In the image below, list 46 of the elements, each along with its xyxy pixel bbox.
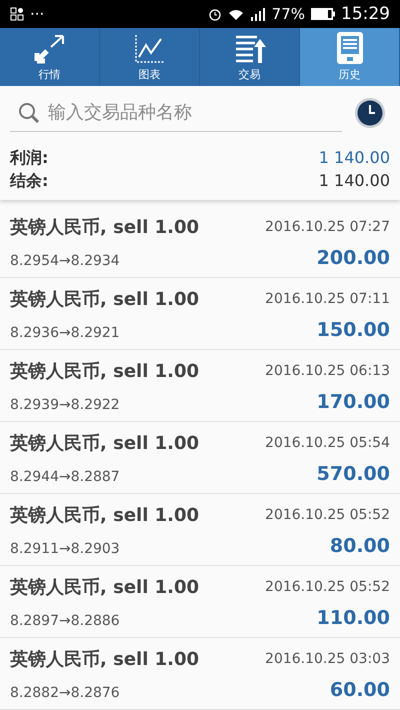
line-chart-icon [132,33,166,65]
clock-icon[interactable] [354,97,386,129]
trade-prices: 8.2911→8.2903 [10,540,121,556]
summary-label: 结余: [10,171,50,192]
trade-prices: 8.2936→8.2921 [10,324,121,340]
trade-title: 英镑人民币, sell 1.00 [10,360,200,382]
summary-label: 利润: [10,148,50,169]
trade-time: 2016.10.25 07:11 [265,290,390,306]
search-field[interactable]: 输入交易品种名称 [10,94,342,132]
trade-time: 2016.10.25 05:54 [265,434,390,450]
trade-profit: 170.00 [316,390,390,412]
grid-icon [10,7,24,21]
trade-profit: 150.00 [316,318,390,340]
document-icon [334,31,364,65]
trade-prices: 8.2939→8.2922 [10,396,121,412]
trade-profit: 570.00 [316,462,390,484]
diagonal-arrows-icon [32,33,66,65]
summary-value: 1 140.00 [318,148,390,169]
alarm-icon [208,7,222,21]
trade-prices: 8.2897→8.2886 [10,612,121,628]
trade-title: 英镑人民币, sell 1.00 [10,648,200,670]
clock-time: 15:29 [341,4,390,24]
trade-profit: 110.00 [316,606,390,628]
trade-title: 英镑人民币, sell 1.00 [10,216,200,238]
summary-value: 1 140.00 [318,171,390,192]
search-icon [18,102,40,124]
wifi-icon [228,8,244,20]
trade-title: 英镑人民币, sell 1.00 [10,288,200,310]
more-indicator: ··· [30,5,44,23]
trade-prices: 8.2882→8.2876 [10,684,121,700]
battery-icon [311,8,335,20]
trade-title: 英镑人民币, sell 1.00 [10,504,200,526]
battery-percent: 77% [272,5,305,23]
trade-profit: 80.00 [328,534,390,556]
signal-icon [250,7,266,21]
trade-time: 2016.10.25 07:27 [265,218,390,234]
trade-time: 2016.10.25 05:52 [265,578,390,594]
trade-time: 2016.10.25 06:13 [265,362,390,378]
trade-title: 英镑人民币, sell 1.00 [10,432,200,454]
trade-time: 2016.10.25 05:52 [265,506,390,522]
trade-title: 英镑人民币, sell 1.00 [10,576,200,598]
trade-time: 2016.10.25 03:03 [265,650,390,666]
trade-profit: 200.00 [316,246,390,268]
trade-profit: 60.00 [328,678,390,700]
trade-prices: 8.2954→8.2934 [10,252,121,268]
trade-prices: 8.2944→8.2887 [10,468,121,484]
